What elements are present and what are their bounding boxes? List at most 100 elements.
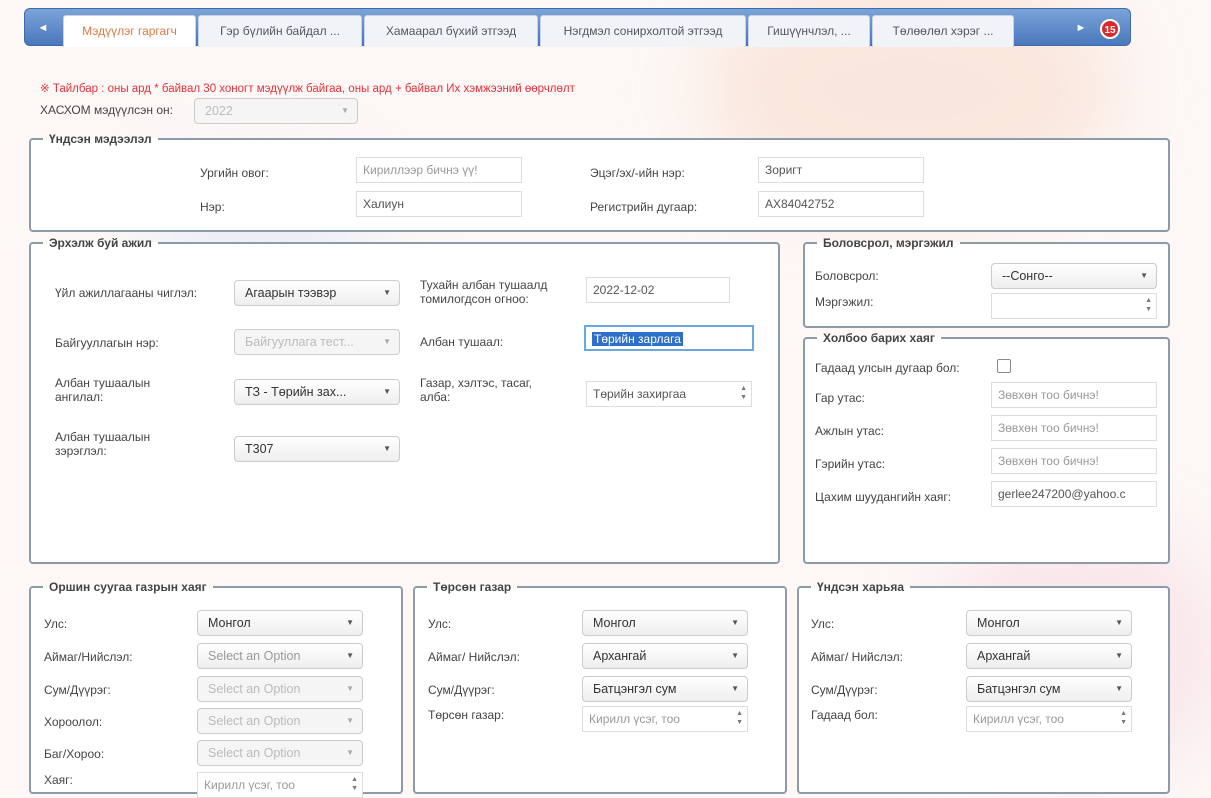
close-icon[interactable]: 15 (1100, 19, 1120, 39)
birth-sum-label: Сум/Дүүрэг: (428, 683, 495, 697)
origin-sum-value: Батцэнгэл сум (977, 682, 1061, 696)
basic-info-section: Үндсэн мэдээлэл (29, 132, 1170, 232)
residence-address-input[interactable]: Кирилл үсэг, тоо ▲ ▼ (197, 772, 363, 798)
origin-sum-select[interactable]: Батцэнгэл сум ▼ (966, 676, 1132, 702)
chevron-down-icon: ▼ (731, 651, 739, 660)
origin-aimag-value: Архангай (977, 649, 1031, 663)
department-value: Төрийн захиргаа (593, 387, 687, 401)
chevron-down-icon: ▼ (383, 387, 391, 396)
position-rank-select[interactable]: Т307 ▼ (234, 436, 400, 462)
resize-icon: ▲ ▼ (736, 710, 743, 726)
origin-foreign-label: Гадаад бол: (811, 708, 878, 722)
section-title: Үндсэн мэдээлэл (49, 132, 152, 146)
surname-input[interactable]: Кириллээр бичнэ үү! (356, 157, 522, 183)
org-select-value: Байгууллага тест... (245, 335, 354, 349)
year-select[interactable]: 2022 ▼ (194, 98, 358, 124)
residence-sum-select[interactable]: Select an Option ▼ (197, 676, 363, 702)
chevron-down-icon: ▼ (383, 444, 391, 453)
work-phone-input[interactable]: Зөвхөн тоо бичнэ! (991, 415, 1157, 441)
origin-aimag-select[interactable]: Архангай ▼ (966, 643, 1132, 669)
foreign-number-label: Гадаад улсын дугаар бол: (815, 361, 960, 375)
father-name-input[interactable]: Зоригт (758, 157, 924, 183)
origin-foreign-input[interactable]: Кирилл үсэг, тоо ▲ ▼ (966, 706, 1132, 732)
resize-icon: ▲ ▼ (740, 385, 747, 401)
section-title: Боловсрол, мэргэжил (823, 236, 954, 250)
residence-aimag-label: Аймаг/Нийслэл: (44, 650, 133, 664)
birth-aimag-select[interactable]: Архангай ▼ (582, 643, 748, 669)
origin-country-select[interactable]: Монгол ▼ (966, 610, 1132, 636)
residence-address-label: Хаяг: (44, 773, 73, 787)
residence-bag-label: Баг/Хороо: (44, 747, 105, 761)
home-phone-input[interactable]: Зөвхөн тоо бичнэ! (991, 448, 1157, 474)
birth-country-select[interactable]: Монгол ▼ (582, 610, 748, 636)
profession-label: Мэргэжил: (815, 295, 874, 309)
chevron-down-icon: ▼ (341, 106, 349, 115)
chevron-down-icon: ▼ (346, 748, 354, 757)
tab-related-persons[interactable]: Хамаарал бүхий этгээд (364, 15, 538, 47)
mobile-label: Гар утас: (815, 391, 865, 405)
residence-address-placeholder: Кирилл үсэг, тоо (204, 778, 295, 792)
section-title: Холбоо барих хаяг (823, 331, 935, 345)
tab-prev-button[interactable]: ◄ (33, 19, 53, 37)
position-class-select[interactable]: ТЗ - Төрийн зах... ▼ (234, 379, 400, 405)
chevron-down-icon: ▼ (1140, 271, 1148, 280)
education-select[interactable]: --Сонго-- ▼ (991, 263, 1157, 289)
residence-khoroolol-select[interactable]: Select an Option ▼ (197, 708, 363, 734)
department-input[interactable]: Төрийн захиргаа ▲ ▼ (586, 381, 752, 407)
department-label: Газар, хэлтэс, тасаг, алба: (420, 376, 532, 404)
tab-interested-persons[interactable]: Нэгдмэл сонирхолтой этгээд (540, 15, 746, 47)
chevron-down-icon: ▼ (1115, 684, 1123, 693)
residence-country-select[interactable]: Монгол ▼ (197, 610, 363, 636)
section-title: Үндсэн харьяа (817, 580, 904, 594)
section-title: Оршин суугаа газрын хаяг (49, 580, 207, 594)
residence-aimag-select[interactable]: Select an Option ▼ (197, 643, 363, 669)
profession-input[interactable]: ▲ ▼ (991, 293, 1157, 319)
name-label: Нэр: (200, 200, 225, 214)
birth-sum-select[interactable]: Батцэнгэл сум ▼ (582, 676, 748, 702)
birth-aimag-value: Архангай (593, 649, 647, 663)
birth-sum-value: Батцэнгэл сум (593, 682, 677, 696)
tab-membership[interactable]: Гишүүнчлэл, ... (748, 15, 870, 47)
tab-representation[interactable]: Төлөөлөл хэрэг ... (872, 15, 1014, 47)
residence-khoroolol-label: Хороолол: (44, 715, 103, 729)
birth-place-placeholder: Кирилл үсэг, тоо (589, 712, 680, 726)
tab-family-status[interactable]: Гэр бүлийн байдал ... (198, 15, 362, 47)
name-input[interactable]: Халиун (356, 191, 522, 217)
chevron-down-icon: ▼ (346, 716, 354, 725)
org-label: Байгууллагын нэр: (55, 336, 159, 350)
year-label: ХАСХОМ мэдүүлсэн он: (40, 103, 173, 117)
education-select-value: --Сонго-- (1002, 269, 1053, 283)
section-title: Эрхэлж буй ажил (49, 236, 152, 250)
position-input-value: Төрийн зарлага (592, 332, 683, 346)
register-input[interactable]: АХ84042752 (758, 191, 924, 217)
chevron-down-icon: ▼ (1115, 651, 1123, 660)
home-phone-label: Гэрийн утас: (815, 457, 886, 471)
position-class-label: Албан тушаалын ангилал: (55, 376, 151, 404)
resize-icon: ▲ ▼ (351, 776, 358, 792)
org-select[interactable]: Байгууллага тест... ▼ (234, 329, 400, 355)
father-name-label: Эцэг/эх/-ийн нэр: (590, 166, 685, 180)
residence-country-value: Монгол (208, 616, 251, 630)
activity-select[interactable]: Агаарын тээвэр ▼ (234, 280, 400, 306)
year-select-value: 2022 (205, 104, 233, 118)
chevron-down-icon: ▼ (731, 618, 739, 627)
tab-bar: ◄ Мэдүүлэг гаргагч Гэр бүлийн байдал ...… (24, 8, 1131, 47)
tab-next-button[interactable]: ► (1071, 19, 1091, 37)
chevron-down-icon: ▼ (731, 684, 739, 693)
tab-applicant[interactable]: Мэдүүлэг гаргагч (63, 15, 196, 47)
appointment-date-input[interactable]: 2022-12-02 (586, 277, 730, 303)
residence-aimag-value: Select an Option (208, 649, 301, 663)
surname-label: Ургийн овог: (200, 166, 269, 180)
origin-country-label: Улс: (811, 617, 835, 631)
birth-aimag-label: Аймаг/ Нийслэл: (428, 650, 520, 664)
foreign-number-checkbox[interactable] (997, 359, 1011, 373)
mobile-input[interactable]: Зөвхөн тоо бичнэ! (991, 382, 1157, 408)
birth-place-input[interactable]: Кирилл үсэг, тоо ▲ ▼ (582, 706, 748, 732)
education-label: Боловсрол: (815, 269, 879, 283)
residence-bag-value: Select an Option (208, 746, 301, 760)
chevron-down-icon: ▼ (346, 651, 354, 660)
email-input[interactable]: gerlee247200@yahoo.c (991, 481, 1157, 507)
resize-icon: ▲ ▼ (1120, 710, 1127, 726)
residence-bag-select[interactable]: Select an Option ▼ (197, 740, 363, 766)
position-input[interactable]: Төрийн зарлага (584, 325, 754, 351)
